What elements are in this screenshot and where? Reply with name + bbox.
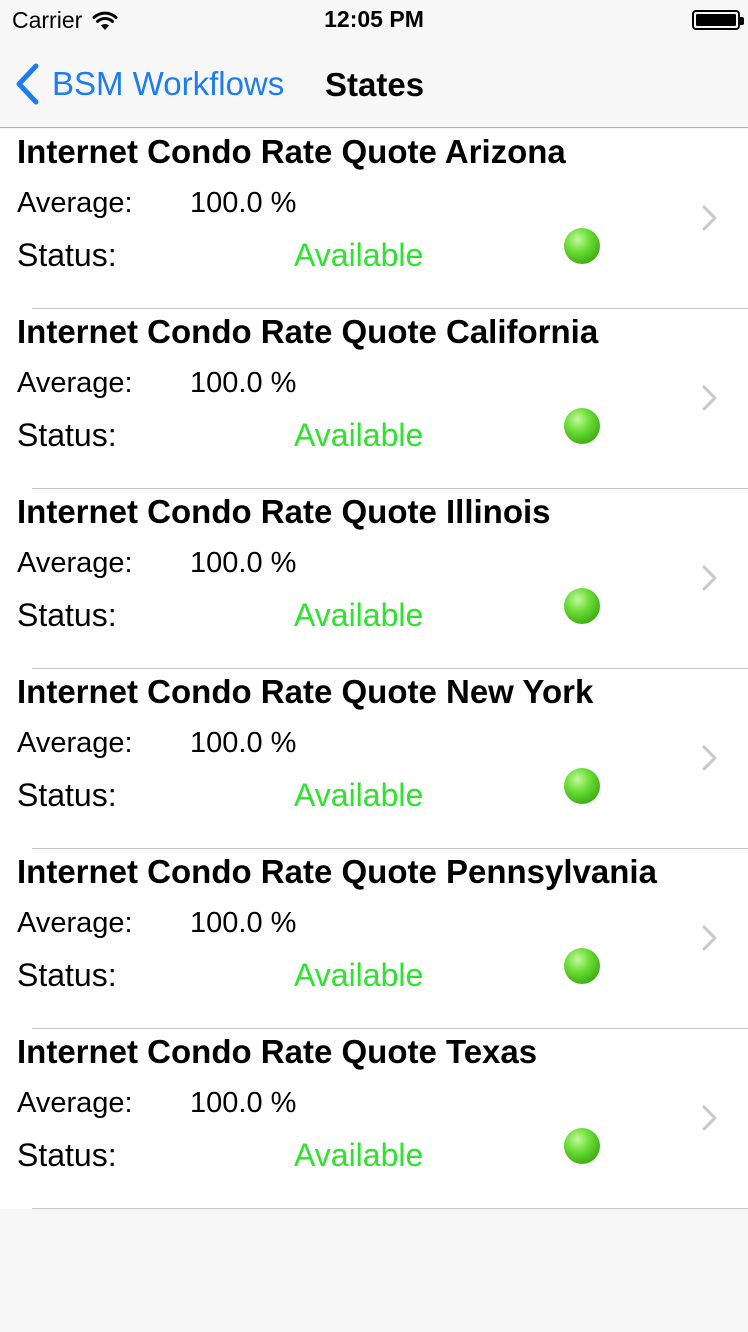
back-button-label: BSM Workflows (52, 65, 285, 102)
list-item[interactable]: Internet Condo Rate Quote Pennsylvania A… (0, 849, 748, 1029)
average-label: Average: (17, 547, 133, 579)
average-value: 100.0 % (190, 367, 297, 399)
workflow-title: Internet Condo Rate Quote Pennsylvania (17, 853, 657, 890)
average-value: 100.0 % (190, 727, 297, 759)
status-indicator-icon (564, 588, 600, 624)
status-indicator-icon (564, 948, 600, 984)
average-label: Average: (17, 1087, 133, 1119)
status-value: Available (294, 237, 424, 273)
status-label: Status: (17, 237, 117, 273)
list-item[interactable]: Internet Condo Rate Quote New York Avera… (0, 669, 748, 849)
chevron-left-icon (16, 63, 39, 105)
status-indicator-icon (564, 228, 600, 264)
average-value: 100.0 % (190, 547, 297, 579)
states-list: Internet Condo Rate Quote Arizona Averag… (0, 129, 748, 1209)
status-value: Available (294, 417, 424, 453)
status-label: Status: (17, 597, 117, 633)
chevron-right-icon (702, 565, 717, 591)
status-indicator-icon (564, 1128, 600, 1164)
list-item[interactable]: Internet Condo Rate Quote Illinois Avera… (0, 489, 748, 669)
status-label: Status: (17, 417, 117, 453)
workflow-title: Internet Condo Rate Quote Illinois (17, 493, 551, 530)
workflow-title: Internet Condo Rate Quote Texas (17, 1033, 538, 1070)
status-value: Available (294, 777, 424, 813)
status-indicator-icon (564, 408, 600, 444)
chevron-right-icon (702, 385, 717, 411)
status-label: Status: (17, 957, 117, 993)
average-label: Average: (17, 727, 133, 759)
empty-area (0, 1209, 748, 1332)
average-label: Average: (17, 187, 133, 219)
list-item[interactable]: Internet Condo Rate Quote Arizona Averag… (0, 129, 748, 309)
status-label: Status: (17, 777, 117, 813)
status-value: Available (294, 957, 424, 993)
average-label: Average: (17, 907, 133, 939)
workflow-title: Internet Condo Rate Quote Arizona (17, 133, 566, 170)
list-item[interactable]: Internet Condo Rate Quote California Ave… (0, 309, 748, 489)
page-title: States (325, 66, 425, 103)
list-item[interactable]: Internet Condo Rate Quote Texas Average:… (0, 1029, 748, 1209)
average-value: 100.0 % (190, 187, 297, 219)
workflow-title: Internet Condo Rate Quote California (17, 313, 599, 350)
clock: 12:05 PM (324, 6, 424, 32)
average-value: 100.0 % (190, 1087, 297, 1119)
status-value: Available (294, 597, 424, 633)
chevron-right-icon (702, 1105, 717, 1131)
battery-icon (692, 10, 744, 30)
chevron-right-icon (702, 205, 717, 231)
workflow-title: Internet Condo Rate Quote New York (17, 673, 594, 710)
status-bar: Carrier 12:05 PM (0, 0, 748, 40)
status-indicator-icon (564, 768, 600, 804)
average-label: Average: (17, 367, 133, 399)
chevron-right-icon (702, 925, 717, 951)
chevron-right-icon (702, 745, 717, 771)
back-button[interactable]: BSM Workflows (14, 62, 284, 106)
navigation-bar: BSM Workflows States (0, 40, 748, 128)
average-value: 100.0 % (190, 907, 297, 939)
status-value: Available (294, 1137, 424, 1173)
status-label: Status: (17, 1137, 117, 1173)
